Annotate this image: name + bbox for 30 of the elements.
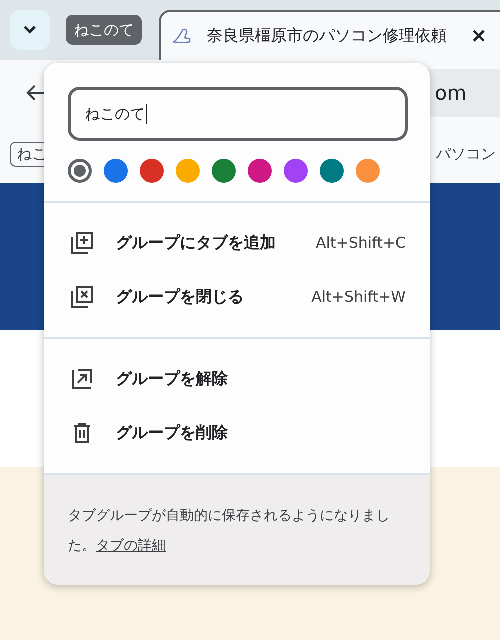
color-option[interactable]	[176, 159, 200, 183]
tab-title: 奈良県橿原市のパソコン修理依頼	[207, 26, 447, 46]
menu-item[interactable]: グループを削除	[44, 406, 430, 460]
close-group-icon	[70, 285, 94, 309]
close-icon[interactable]	[472, 29, 486, 43]
bookmark-item[interactable]: パソコン	[436, 144, 500, 164]
color-option[interactable]	[356, 159, 380, 183]
color-option[interactable]	[284, 159, 308, 183]
color-option[interactable]	[68, 159, 92, 183]
favicon-icon	[171, 27, 193, 45]
add-to-group-icon	[70, 231, 94, 255]
color-option[interactable]	[320, 159, 344, 183]
footer-note: タブグループが自動的に保存されるようになりました。タブの詳細	[68, 507, 391, 556]
tab-search-button[interactable]	[10, 10, 50, 50]
shortcut-text: Alt+Shift+W	[312, 288, 406, 306]
learn-more-link[interactable]: タブの詳細	[96, 538, 166, 554]
color-option[interactable]	[104, 159, 128, 183]
color-option[interactable]	[140, 159, 164, 183]
menu-item[interactable]: グループにタブを追加 Alt+Shift+C	[44, 216, 430, 270]
color-option[interactable]	[248, 159, 272, 183]
color-option[interactable]	[212, 159, 236, 183]
menu-item[interactable]: グループを解除	[44, 352, 430, 406]
browser-tab[interactable]: 奈良県橿原市のパソコン修理依頼	[159, 10, 500, 60]
tab-group-chip[interactable]: ねこのて	[66, 15, 142, 45]
chevron-down-icon	[23, 25, 37, 35]
shortcut-text: Alt+Shift+C	[316, 234, 406, 252]
menu-item[interactable]: グループを閉じる Alt+Shift+W	[44, 270, 430, 324]
back-arrow-icon[interactable]	[25, 84, 45, 102]
group-name-field[interactable]: ねこのて	[68, 87, 408, 141]
ungroup-icon	[70, 367, 94, 391]
